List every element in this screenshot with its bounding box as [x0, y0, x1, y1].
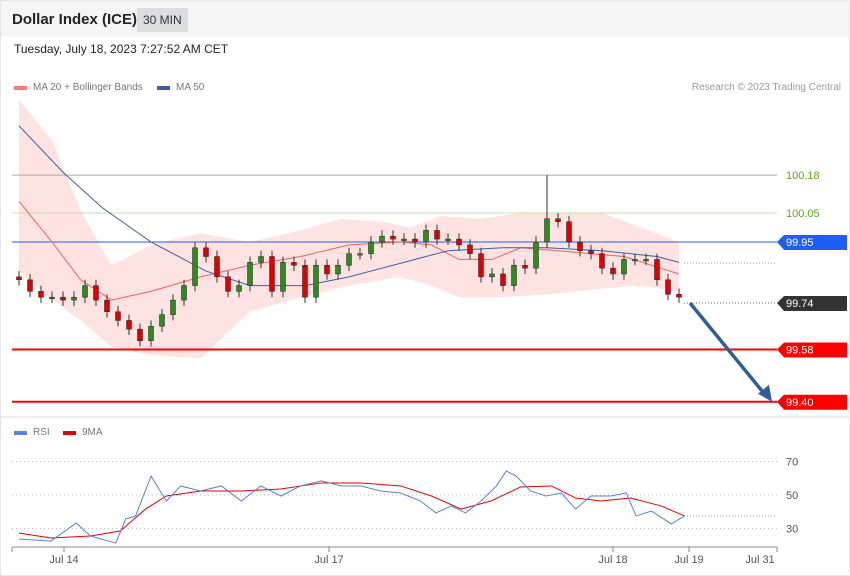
candle: [357, 253, 363, 256]
candle: [181, 285, 187, 301]
candle: [104, 299, 110, 312]
price-tag-label: 99.40: [786, 397, 814, 409]
candle: [214, 256, 220, 278]
rsi-line: [18, 470, 685, 544]
candle: [511, 264, 517, 286]
price-tag-label: 99.58: [786, 344, 814, 356]
candle: [412, 238, 418, 243]
candle: [401, 238, 407, 241]
candle: [621, 259, 627, 275]
candle: [456, 238, 462, 246]
chart-widget: Dollar Index (ICE) 30 MIN Tuesday, July …: [0, 0, 850, 576]
candle: [269, 256, 275, 292]
rsi-tick-label: 50: [786, 490, 798, 502]
candle: [368, 241, 374, 254]
candle: [654, 259, 660, 281]
candle: [577, 241, 583, 251]
candle: [258, 256, 264, 263]
level-label: 100.18: [786, 170, 820, 182]
candle: [236, 285, 242, 292]
candle: [588, 250, 594, 254]
x-label: Jul 18: [598, 554, 628, 566]
candle: [555, 218, 561, 222]
candle: [566, 221, 572, 243]
candle: [423, 230, 429, 243]
candle: [676, 294, 682, 298]
price-tag-label: 99.95: [786, 237, 814, 249]
candle: [335, 264, 341, 275]
candle: [126, 320, 132, 330]
candle: [610, 267, 616, 275]
candle: [324, 264, 330, 275]
candle: [60, 296, 66, 301]
candle: [71, 296, 77, 301]
candle: [434, 230, 440, 240]
candle: [632, 259, 638, 262]
candle: [643, 259, 649, 262]
candle: [291, 262, 297, 266]
candle: [170, 299, 176, 315]
x-label: Jul 31: [745, 554, 775, 566]
candle: [203, 247, 209, 257]
candle: [467, 244, 473, 254]
candle: [665, 279, 671, 295]
candle: [247, 262, 253, 286]
candle: [346, 253, 352, 266]
candle: [16, 276, 22, 281]
candle: [599, 253, 605, 269]
candle: [533, 241, 539, 269]
candle: [478, 253, 484, 278]
rsi-tick-label: 70: [786, 457, 798, 469]
rsi-ma-line: [18, 482, 685, 539]
candle: [225, 276, 231, 292]
candle: [137, 328, 143, 342]
level-label: 100.05: [786, 208, 820, 220]
candle: [390, 235, 396, 240]
candle: [522, 264, 528, 269]
candle: [445, 238, 451, 241]
x-label: Jul 19: [674, 554, 704, 566]
candle: [500, 273, 506, 286]
price-chart[interactable]: 100.18 100.05 99.95 99.74 99.58 99.40 70 50 30: [1, 1, 850, 576]
candle: [38, 291, 44, 298]
candle: [192, 247, 198, 286]
x-label: Jul 17: [314, 554, 344, 566]
candle: [148, 325, 154, 342]
candle: [544, 218, 550, 243]
candle: [489, 273, 495, 278]
candle: [82, 285, 88, 298]
price-tag-label: 99.74: [786, 298, 814, 310]
candle: [313, 264, 319, 298]
candle: [159, 314, 165, 327]
candle: [115, 311, 121, 321]
candle: [379, 235, 385, 243]
candle: [93, 285, 99, 301]
candle: [302, 264, 308, 298]
candle: [49, 296, 55, 299]
x-label: Jul 14: [49, 554, 79, 566]
candle: [280, 262, 286, 292]
rsi-tick-label: 30: [786, 524, 798, 536]
candle: [27, 279, 33, 292]
